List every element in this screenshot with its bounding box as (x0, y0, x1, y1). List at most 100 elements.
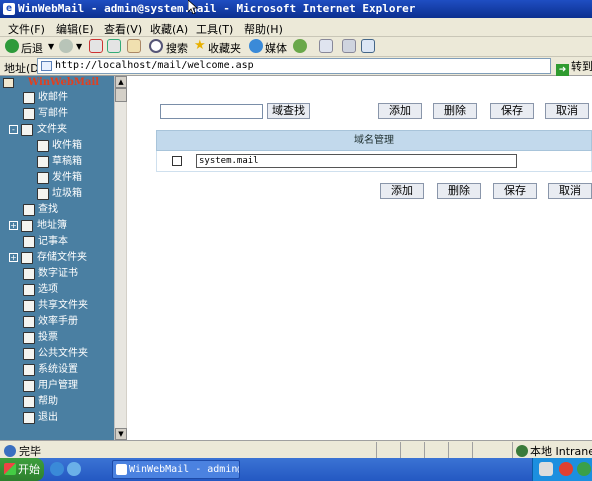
status-done: 完毕 (4, 443, 41, 459)
taskbar-item-ie[interactable]: WinWebMail - admin@... (112, 460, 240, 479)
ie-quicklaunch-icon[interactable] (50, 462, 64, 476)
status-divider (472, 442, 473, 458)
add-button-top[interactable]: 添加 (378, 103, 422, 119)
domain-table-header: 域名管理 (156, 130, 592, 151)
sidebar-item[interactable]: 共享文件夹 (0, 298, 114, 314)
sidebar-item[interactable]: 公共文件夹 (0, 346, 114, 362)
back-button[interactable]: 后退 (21, 40, 43, 56)
media-button[interactable]: 媒体 (265, 40, 287, 56)
scroll-thumb[interactable] (115, 88, 127, 102)
main-content: 域查找 添加 删除 保存 取消 域名管理 system.mail 添加 删除 保… (127, 76, 592, 440)
sidebar-item-label: 写邮件 (38, 108, 68, 119)
back-dropdown-icon[interactable]: ▼ (48, 42, 54, 51)
expand-icon[interactable]: + (9, 253, 18, 262)
toolbar: 后退 ▼ ▼ 搜索 ★ 收藏夹 媒体 (0, 37, 592, 57)
sidebar-item[interactable]: 收件箱 (0, 138, 114, 154)
delete-button-bottom[interactable]: 删除 (437, 183, 481, 199)
collapse-icon[interactable]: - (9, 125, 18, 134)
sidebar-item-label: 效率手册 (38, 316, 78, 327)
sidebar-header[interactable]: WinWebMail (28, 76, 99, 90)
folder-icon (23, 284, 35, 296)
sidebar-item-label: 收件箱 (52, 140, 82, 151)
sidebar-item[interactable]: 用户管理 (0, 378, 114, 394)
sidebar-item[interactable]: 草稿箱 (0, 154, 114, 170)
back-arrow-icon[interactable] (5, 39, 19, 53)
sidebar-item-label: 数字证书 (38, 268, 78, 279)
sidebar-item[interactable]: 写邮件 (0, 106, 114, 122)
sidebar-item[interactable]: 收邮件 (0, 90, 114, 106)
history-icon[interactable] (293, 39, 307, 53)
sidebar-item[interactable]: 帮助 (0, 394, 114, 410)
menu-tools[interactable]: 工具(T) (196, 21, 233, 37)
save-button-top[interactable]: 保存 (490, 103, 534, 119)
folder-icon (37, 156, 49, 168)
status-divider (424, 442, 425, 458)
delete-button-top[interactable]: 删除 (433, 103, 477, 119)
sidebar-item[interactable]: 数字证书 (0, 266, 114, 282)
window-title-bar[interactable]: e WinWebMail - admin@system.mail - Micro… (0, 0, 592, 18)
domain-search-button[interactable]: 域查找 (267, 103, 310, 119)
menu-help[interactable]: 帮助(H) (244, 21, 283, 37)
menu-favorites[interactable]: 收藏(A) (150, 21, 188, 37)
stop-icon[interactable] (89, 39, 103, 53)
sidebar-item[interactable]: 发件箱 (0, 170, 114, 186)
sidebar-item-label: 投票 (38, 332, 58, 343)
home-icon[interactable] (127, 39, 141, 53)
save-button-bottom[interactable]: 保存 (493, 183, 537, 199)
forward-dropdown-icon[interactable]: ▼ (76, 42, 82, 51)
folder-icon (23, 380, 35, 392)
menu-file[interactable]: 文件(F) (8, 21, 45, 37)
folder-icon (23, 332, 35, 344)
status-divider (448, 442, 449, 458)
search-button[interactable]: 搜索 (166, 40, 188, 56)
sidebar-scrollbar[interactable]: ▲ ▼ (114, 76, 127, 440)
desktop-quicklaunch-icon[interactable] (67, 462, 81, 476)
favorites-star-icon[interactable]: ★ (194, 38, 206, 53)
sidebar-item[interactable]: 投票 (0, 330, 114, 346)
menu-edit[interactable]: 编辑(E) (56, 21, 94, 37)
add-button-bottom[interactable]: 添加 (380, 183, 424, 199)
status-divider (512, 442, 513, 458)
forward-arrow-icon[interactable] (59, 39, 73, 53)
cancel-button-top[interactable]: 取消 (545, 103, 589, 119)
folder-icon (23, 364, 35, 376)
network-tray-icon[interactable] (577, 462, 591, 476)
sidebar-item[interactable]: - 文件夹 (0, 122, 114, 138)
sidebar-item[interactable]: + 地址簿 (0, 218, 114, 234)
domain-value-field[interactable]: system.mail (196, 154, 517, 168)
sidebar-item[interactable]: 效率手册 (0, 314, 114, 330)
sidebar-item[interactable]: 系统设置 (0, 362, 114, 378)
sidebar-item[interactable]: + 存储文件夹 (0, 250, 114, 266)
address-input[interactable]: http://localhost/mail/welcome.asp ▼ (37, 58, 551, 74)
favorites-button[interactable]: 收藏夹 (208, 40, 241, 56)
menu-view[interactable]: 查看(V) (104, 21, 142, 37)
domain-search-input[interactable] (160, 104, 263, 119)
search-icon[interactable] (149, 39, 163, 53)
edit-icon[interactable] (361, 39, 375, 53)
mouse-cursor-icon (187, 0, 199, 15)
folder-icon (37, 140, 49, 152)
sidebar-item-label: 记事本 (38, 236, 68, 247)
scroll-up-icon[interactable]: ▲ (115, 76, 127, 88)
media-icon[interactable] (249, 39, 263, 53)
start-button[interactable]: 开始 (0, 458, 44, 481)
print-icon[interactable] (342, 39, 356, 53)
sidebar-item[interactable]: 垃圾箱 (0, 186, 114, 202)
status-text: 完毕 (19, 445, 41, 458)
sidebar-item[interactable]: 查找 (0, 202, 114, 218)
sidebar-item[interactable]: 退出 (0, 410, 114, 426)
mail-icon[interactable] (319, 39, 333, 53)
row-checkbox[interactable] (172, 156, 182, 166)
scroll-down-icon[interactable]: ▼ (115, 428, 127, 440)
ie-window-icon (116, 464, 127, 475)
refresh-icon[interactable] (107, 39, 121, 53)
sidebar-item[interactable]: 选项 (0, 282, 114, 298)
help-tray-icon[interactable] (559, 462, 573, 476)
sidebar-item-label: 共享文件夹 (38, 300, 88, 311)
sidebar-item[interactable]: 记事本 (0, 234, 114, 250)
expand-icon[interactable]: + (9, 221, 18, 230)
cancel-button-bottom[interactable]: 取消 (548, 183, 592, 199)
go-button[interactable]: ➜ 转到 (556, 58, 592, 77)
sidebar-item-label: 文件夹 (37, 124, 67, 135)
speaker-icon[interactable] (539, 462, 553, 476)
